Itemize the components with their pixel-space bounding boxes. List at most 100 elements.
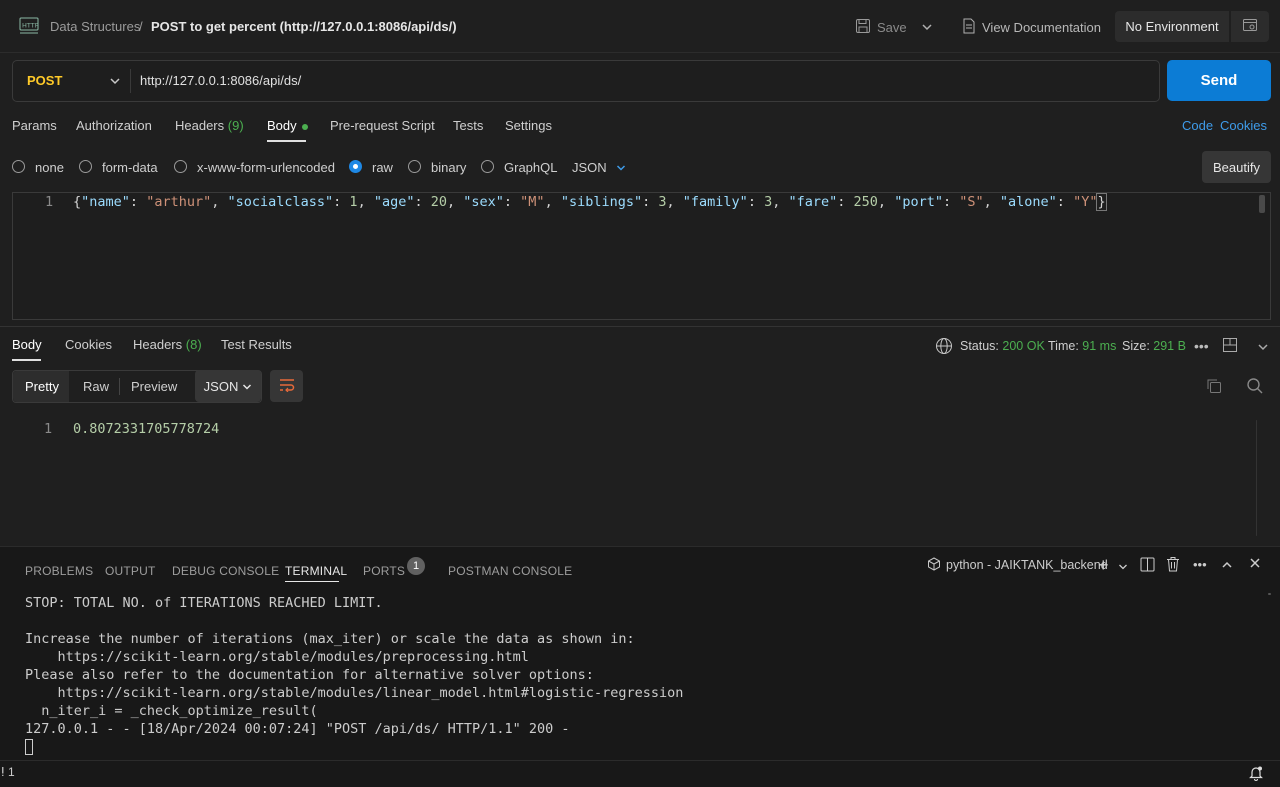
tab-headers[interactable]: Headers (9): [175, 118, 244, 133]
trash-icon[interactable]: [1166, 556, 1180, 575]
json-value: "M": [520, 194, 545, 210]
response-scrollbar-track[interactable]: [1256, 420, 1257, 536]
more-actions-icon[interactable]: •••: [1193, 557, 1207, 572]
globe-icon[interactable]: [935, 337, 953, 358]
panel-tab-ports[interactable]: PORTS: [363, 564, 405, 578]
request-body-editor[interactable]: 1 {"name": "arthur", "socialclass": 1, "…: [12, 192, 1271, 320]
radio-binary-label[interactable]: binary: [431, 160, 466, 175]
json-key: "name": [81, 194, 130, 210]
response-format-dropdown[interactable]: JSON: [195, 370, 261, 402]
body-format-dropdown[interactable]: JSON: [572, 160, 626, 175]
line-number: 1: [45, 194, 54, 210]
panel-tab-terminal[interactable]: TERMINAL: [285, 564, 347, 578]
environment-quick-look-button[interactable]: [1231, 11, 1269, 42]
radio-urlencoded-label[interactable]: x-www-form-urlencoded: [197, 160, 335, 175]
close-panel-icon[interactable]: [1249, 557, 1261, 572]
new-terminal-icon[interactable]: +: [1098, 556, 1109, 574]
radio-raw-label[interactable]: raw: [372, 160, 393, 175]
breadcrumb-collection[interactable]: Data Structures: [50, 19, 140, 34]
radio-form-data-label[interactable]: form-data: [102, 160, 158, 175]
tab-body[interactable]: Body: [267, 118, 309, 133]
tab-tests[interactable]: Tests: [453, 118, 483, 133]
port-forward-icon: ⵑ: [1, 765, 5, 779]
editor-scrollbar[interactable]: [1259, 195, 1265, 213]
response-format-label: JSON: [203, 378, 239, 394]
response-size[interactable]: Size: 291 B: [1122, 339, 1186, 353]
json-value: 3: [658, 194, 667, 210]
tab-settings[interactable]: Settings: [505, 118, 552, 133]
tab-params[interactable]: Params: [12, 118, 57, 133]
response-divider: [0, 326, 1280, 327]
environment-selector[interactable]: No Environment: [1115, 11, 1229, 42]
terminal-options-chevron-icon[interactable]: [1118, 559, 1128, 574]
json-value: 20: [430, 194, 447, 210]
response-tab-cookies[interactable]: Cookies: [65, 337, 112, 352]
response-value[interactable]: 0.8072331705778724: [73, 421, 219, 437]
panel-tab-output[interactable]: OUTPUT: [105, 564, 156, 578]
maximize-panel-icon[interactable]: [1221, 558, 1233, 573]
json-key: "age": [373, 194, 415, 210]
radio-binary[interactable]: [408, 160, 421, 173]
beautify-button[interactable]: Beautify: [1202, 151, 1271, 183]
raw-view-button[interactable]: Raw: [83, 379, 109, 394]
terminal-line: STOP: TOTAL NO. of ITERATIONS REACHED LI…: [25, 595, 383, 611]
request-body-code[interactable]: {"name": "arthur", "socialclass": 1, "ag…: [73, 193, 1107, 211]
response-tab-body[interactable]: Body: [12, 337, 42, 352]
code-link[interactable]: Code: [1182, 118, 1213, 133]
status-count[interactable]: 1: [8, 765, 15, 779]
radio-none-label[interactable]: none: [35, 160, 64, 175]
preview-view-button[interactable]: Preview: [131, 379, 177, 394]
chevron-down-icon: [242, 379, 252, 394]
url-input[interactable]: http://127.0.0.1:8086/api/ds/: [140, 73, 301, 88]
more-options-icon[interactable]: •••: [1194, 338, 1209, 354]
status-bar: ⵑ 1: [0, 760, 1280, 787]
method-selector[interactable]: POST: [27, 73, 62, 88]
request-title[interactable]: POST to get percent (http://127.0.0.1:80…: [151, 19, 457, 34]
collapse-chevron-icon[interactable]: [1257, 340, 1269, 355]
chevron-down-icon: [616, 160, 626, 175]
response-headers-label: Headers: [133, 337, 183, 352]
json-brace: }: [1096, 193, 1107, 211]
breadcrumb-separator: /: [139, 19, 143, 34]
tab-prerequest-script[interactable]: Pre-request Script: [330, 118, 435, 133]
split-terminal-icon[interactable]: [1140, 557, 1155, 575]
response-time[interactable]: Time: 91 ms: [1048, 339, 1116, 353]
json-key: "siblings": [560, 194, 643, 210]
response-tab-headers[interactable]: Headers (8): [133, 337, 202, 352]
cookies-link[interactable]: Cookies: [1220, 118, 1267, 133]
send-button[interactable]: Send: [1167, 60, 1271, 101]
json-brace: {: [73, 194, 82, 210]
copy-icon[interactable]: [1206, 378, 1222, 397]
view-documentation-button[interactable]: View Documentation: [962, 18, 1101, 37]
terminal-name[interactable]: python - JAIKTANK_backend: [946, 558, 1108, 572]
radio-urlencoded[interactable]: [174, 160, 187, 173]
save-button[interactable]: Save: [855, 18, 907, 37]
radio-graphql-label[interactable]: GraphQL: [504, 160, 557, 175]
radio-form-data[interactable]: [79, 160, 92, 173]
panel-tab-debug-console[interactable]: DEBUG CONSOLE: [172, 564, 279, 578]
save-icon: [855, 18, 871, 37]
response-status[interactable]: Status: 200 OK: [960, 339, 1045, 353]
tab-authorization[interactable]: Authorization: [76, 118, 152, 133]
search-icon[interactable]: [1246, 377, 1264, 398]
url-separator: [130, 69, 131, 93]
panel-tab-problems[interactable]: PROBLEMS: [25, 564, 93, 578]
panel-active-underline: [285, 581, 339, 582]
terminal-line: Increase the number of iterations (max_i…: [25, 631, 635, 647]
radio-graphql[interactable]: [481, 160, 494, 173]
view-documentation-label: View Documentation: [982, 20, 1101, 35]
save-options-chevron-icon[interactable]: [921, 20, 933, 35]
json-key: "socialclass": [227, 194, 334, 210]
terminal-scrollbar[interactable]: [1268, 593, 1271, 595]
top-bar: HTTP Data Structures / POST to get perce…: [0, 0, 1280, 53]
radio-none[interactable]: [12, 160, 25, 173]
pretty-view-button[interactable]: Pretty: [25, 379, 59, 394]
response-tab-test-results[interactable]: Test Results: [221, 337, 292, 352]
layout-toggle-icon[interactable]: [1222, 337, 1238, 356]
notifications-bell-icon[interactable]: [1249, 765, 1263, 784]
radio-raw[interactable]: [349, 160, 362, 173]
wrap-lines-button[interactable]: [270, 370, 303, 402]
chevron-down-icon[interactable]: [109, 74, 121, 89]
body-indicator-dot: [302, 123, 309, 130]
panel-tab-postman-console[interactable]: POSTMAN CONSOLE: [448, 564, 572, 578]
